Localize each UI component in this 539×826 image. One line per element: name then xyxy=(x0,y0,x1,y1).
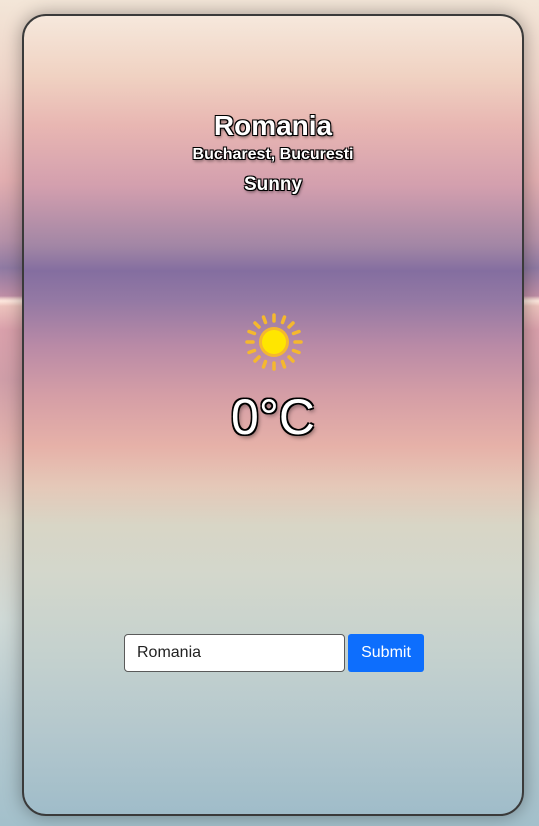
country-name: Romania xyxy=(213,110,333,141)
sun-icon xyxy=(244,312,304,372)
weather-card: Romania Bucharest, Bucuresti Sunny 0°C R… xyxy=(22,14,524,816)
location-search-input[interactable] xyxy=(124,634,345,672)
temperature-value: 0°C xyxy=(231,389,315,445)
weather-condition: Sunny xyxy=(243,174,303,195)
location-name: Bucharest, Bucuresti xyxy=(192,146,354,163)
submit-button[interactable]: Submit xyxy=(348,634,424,672)
search-form: Submit xyxy=(124,634,424,672)
